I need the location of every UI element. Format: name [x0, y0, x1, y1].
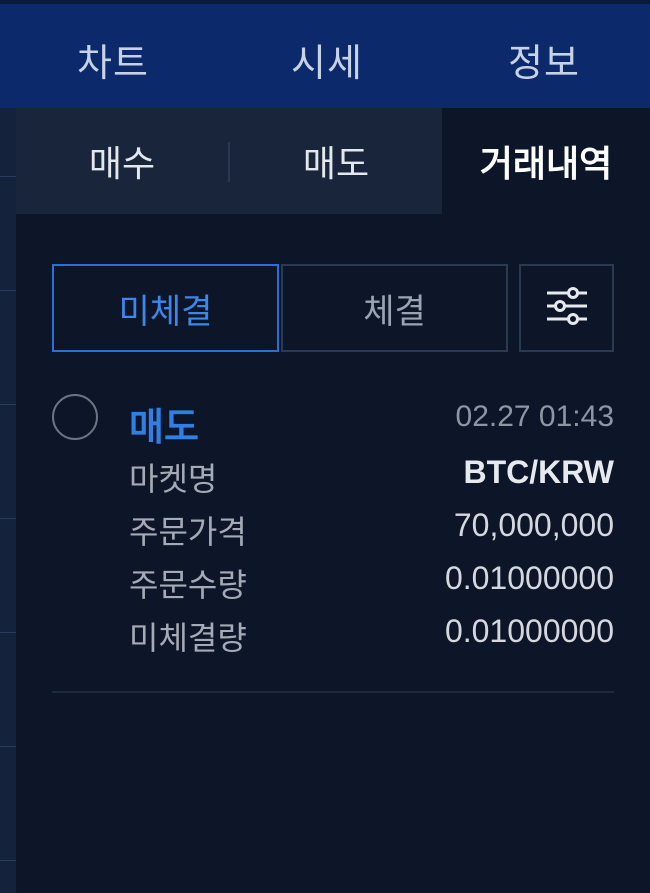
filter-unfilled-button[interactable]: 미체결 — [52, 264, 279, 352]
order-select-radio[interactable] — [52, 394, 98, 440]
order-quantity-label: 주문수량 — [129, 566, 247, 604]
tab-price[interactable]: 시세 — [291, 32, 363, 87]
order-timestamp: 02.27 01:43 — [455, 400, 614, 433]
order-side-label: 매도 — [129, 405, 199, 449]
left-background-panel — [0, 0, 16, 893]
unfilled-quantity-label: 미체결량 — [129, 619, 247, 657]
panel-divider — [0, 290, 16, 291]
tab-info[interactable]: 정보 — [508, 32, 580, 87]
order-sub-tabs: 매수 매도 거래내역 — [16, 108, 650, 214]
sliders-icon — [545, 286, 589, 330]
order-price-label: 주문가격 — [129, 513, 247, 551]
panel-divider — [0, 746, 16, 747]
unfilled-quantity-value: 0.01000000 — [444, 613, 614, 649]
panel-divider — [0, 176, 16, 177]
panel-divider — [0, 632, 16, 633]
market-name-value: BTC/KRW — [463, 454, 615, 490]
market-name-label: 마켓명 — [129, 460, 218, 498]
filter-settings-button[interactable] — [519, 264, 614, 352]
order-price-value: 70,000,000 — [453, 507, 614, 543]
list-divider — [52, 691, 614, 693]
panel-divider — [0, 860, 16, 861]
subtab-sell[interactable]: 매도 — [230, 108, 442, 214]
filter-filled-button[interactable]: 체결 — [281, 264, 508, 352]
panel-divider — [0, 518, 16, 519]
tab-chart[interactable]: 차트 — [77, 32, 149, 87]
panel-divider — [0, 404, 16, 405]
order-quantity-value: 0.01000000 — [444, 560, 614, 596]
subtab-history[interactable]: 거래내역 — [442, 108, 650, 214]
order-item: 매도 02.27 01:43 마켓명 BTC/KRW 주문가격 70,000,0… — [52, 392, 614, 692]
top-tab-bar: 차트 시세 정보 — [0, 0, 650, 108]
subtab-buy[interactable]: 매수 — [16, 108, 228, 214]
